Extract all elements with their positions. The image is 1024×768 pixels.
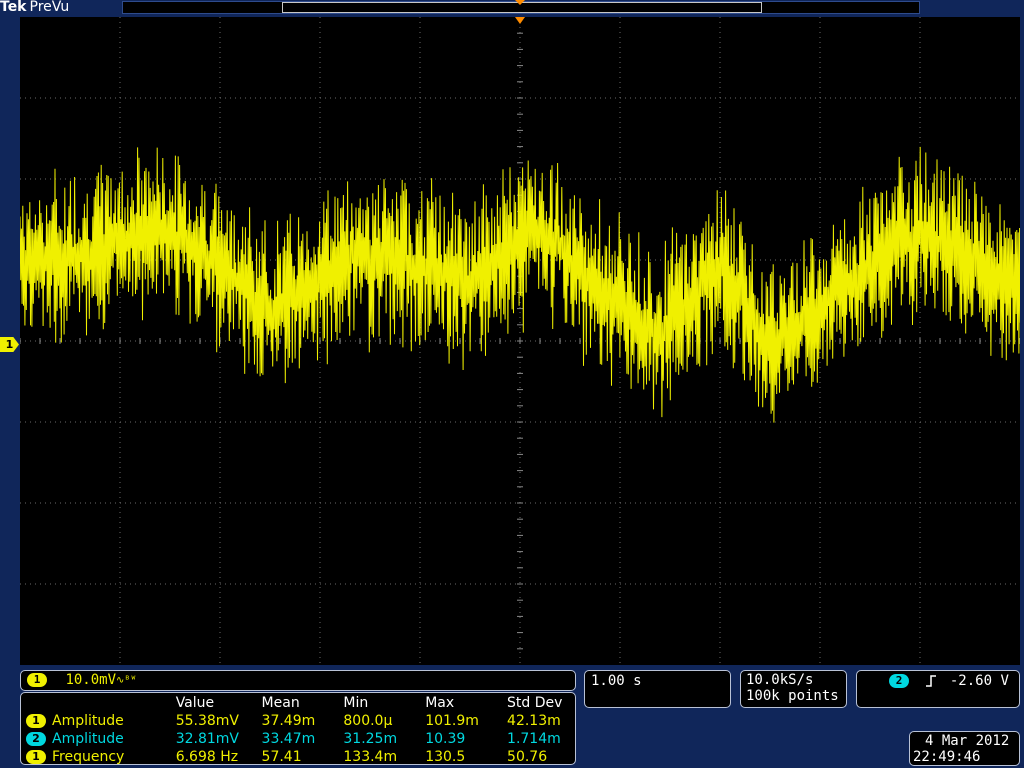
- acquisition-readout[interactable]: 10.0kS/s 100k points: [740, 670, 847, 708]
- header-max: Max: [425, 695, 455, 711]
- timebase-value: 1.00 s: [591, 673, 642, 689]
- time: 22:49:46: [913, 749, 981, 765]
- trigger-level: -2.60 V: [949, 673, 1009, 689]
- measurement-row[interactable]: 1 Frequency 6.698 Hz 57.41 133.4m 130.5 5…: [23, 748, 575, 766]
- header-min: Min: [343, 695, 369, 711]
- coupling-bandwidth-icon: ∿ᴮᵂ: [116, 675, 137, 686]
- measurement-mean: 33.47m: [261, 731, 316, 747]
- measurement-name: Amplitude: [52, 731, 124, 747]
- measurement-row[interactable]: 2 Amplitude 32.81mV 33.47m 31.25m 10.39 1…: [23, 730, 575, 748]
- measurement-max: 130.5: [425, 749, 466, 765]
- measurement-mean: 57.41: [261, 749, 302, 765]
- channel1-badge: 1: [27, 673, 47, 687]
- header-mean: Mean: [261, 695, 300, 711]
- brand-name: Tek: [0, 0, 27, 15]
- channel1-waveform: [20, 146, 1020, 423]
- channel1-scale-readout[interactable]: 1 10.0mV∿ᴮᵂ: [20, 670, 576, 691]
- trigger-position-icon[interactable]: [515, 0, 525, 5]
- trigger-readout[interactable]: 2 -2.60 V: [856, 670, 1020, 708]
- measurement-std: 50.76: [507, 749, 548, 765]
- date: 4 Mar 2012: [925, 733, 1010, 749]
- trigger-position-marker-icon[interactable]: [515, 17, 525, 24]
- record-length: 100k points: [746, 688, 839, 704]
- waveform-display[interactable]: [19, 16, 1021, 665]
- rising-edge-icon: [926, 675, 937, 687]
- row-channel-badge: 2: [26, 732, 46, 746]
- header-value: Value: [175, 695, 215, 711]
- measurement-min: 133.4m: [343, 749, 398, 765]
- measurement-value: 6.698 Hz: [175, 749, 239, 765]
- measurement-table[interactable]: Value Mean Min Max Std Dev 1 Amplitude 55…: [20, 692, 576, 765]
- top-status-bar: Tek PreVu: [0, 0, 1024, 16]
- channel1-scale: 10.0mV: [65, 672, 117, 688]
- measurement-min: 800.0µ: [343, 713, 393, 729]
- header-std-dev: Std Dev: [507, 695, 563, 711]
- row-channel-badge: 1: [26, 750, 46, 764]
- measurement-value: 55.38mV: [175, 713, 239, 729]
- measurement-value: 32.81mV: [175, 731, 239, 747]
- measurement-max: 10.39: [425, 731, 466, 747]
- measurement-mean: 37.49m: [261, 713, 316, 729]
- timebase-readout[interactable]: 1.00 s: [584, 670, 731, 708]
- channel1-ground-marker[interactable]: 1: [0, 337, 19, 352]
- measurement-header-row: Value Mean Min Max Std Dev: [23, 694, 575, 712]
- trigger-source-badge: 2: [889, 674, 909, 688]
- sample-rate: 10.0kS/s: [746, 672, 814, 688]
- channel1-trace: [20, 146, 1020, 423]
- brand-label: Tek PreVu: [0, 0, 69, 15]
- measurement-name: Amplitude: [52, 713, 124, 729]
- measurement-std: 1.714m: [507, 731, 561, 747]
- measurement-name: Frequency: [52, 749, 125, 765]
- measurement-std: 42.13m: [507, 713, 561, 729]
- datetime-readout: 4 Mar 2012 22:49:46: [909, 731, 1020, 766]
- measurement-min: 31.25m: [343, 731, 398, 747]
- measurement-row[interactable]: 1 Amplitude 55.38mV 37.49m 800.0µ 101.9m …: [23, 712, 575, 730]
- measurement-max: 101.9m: [425, 713, 479, 729]
- acquisition-mode: PreVu: [29, 0, 70, 15]
- row-channel-badge: 1: [26, 714, 46, 728]
